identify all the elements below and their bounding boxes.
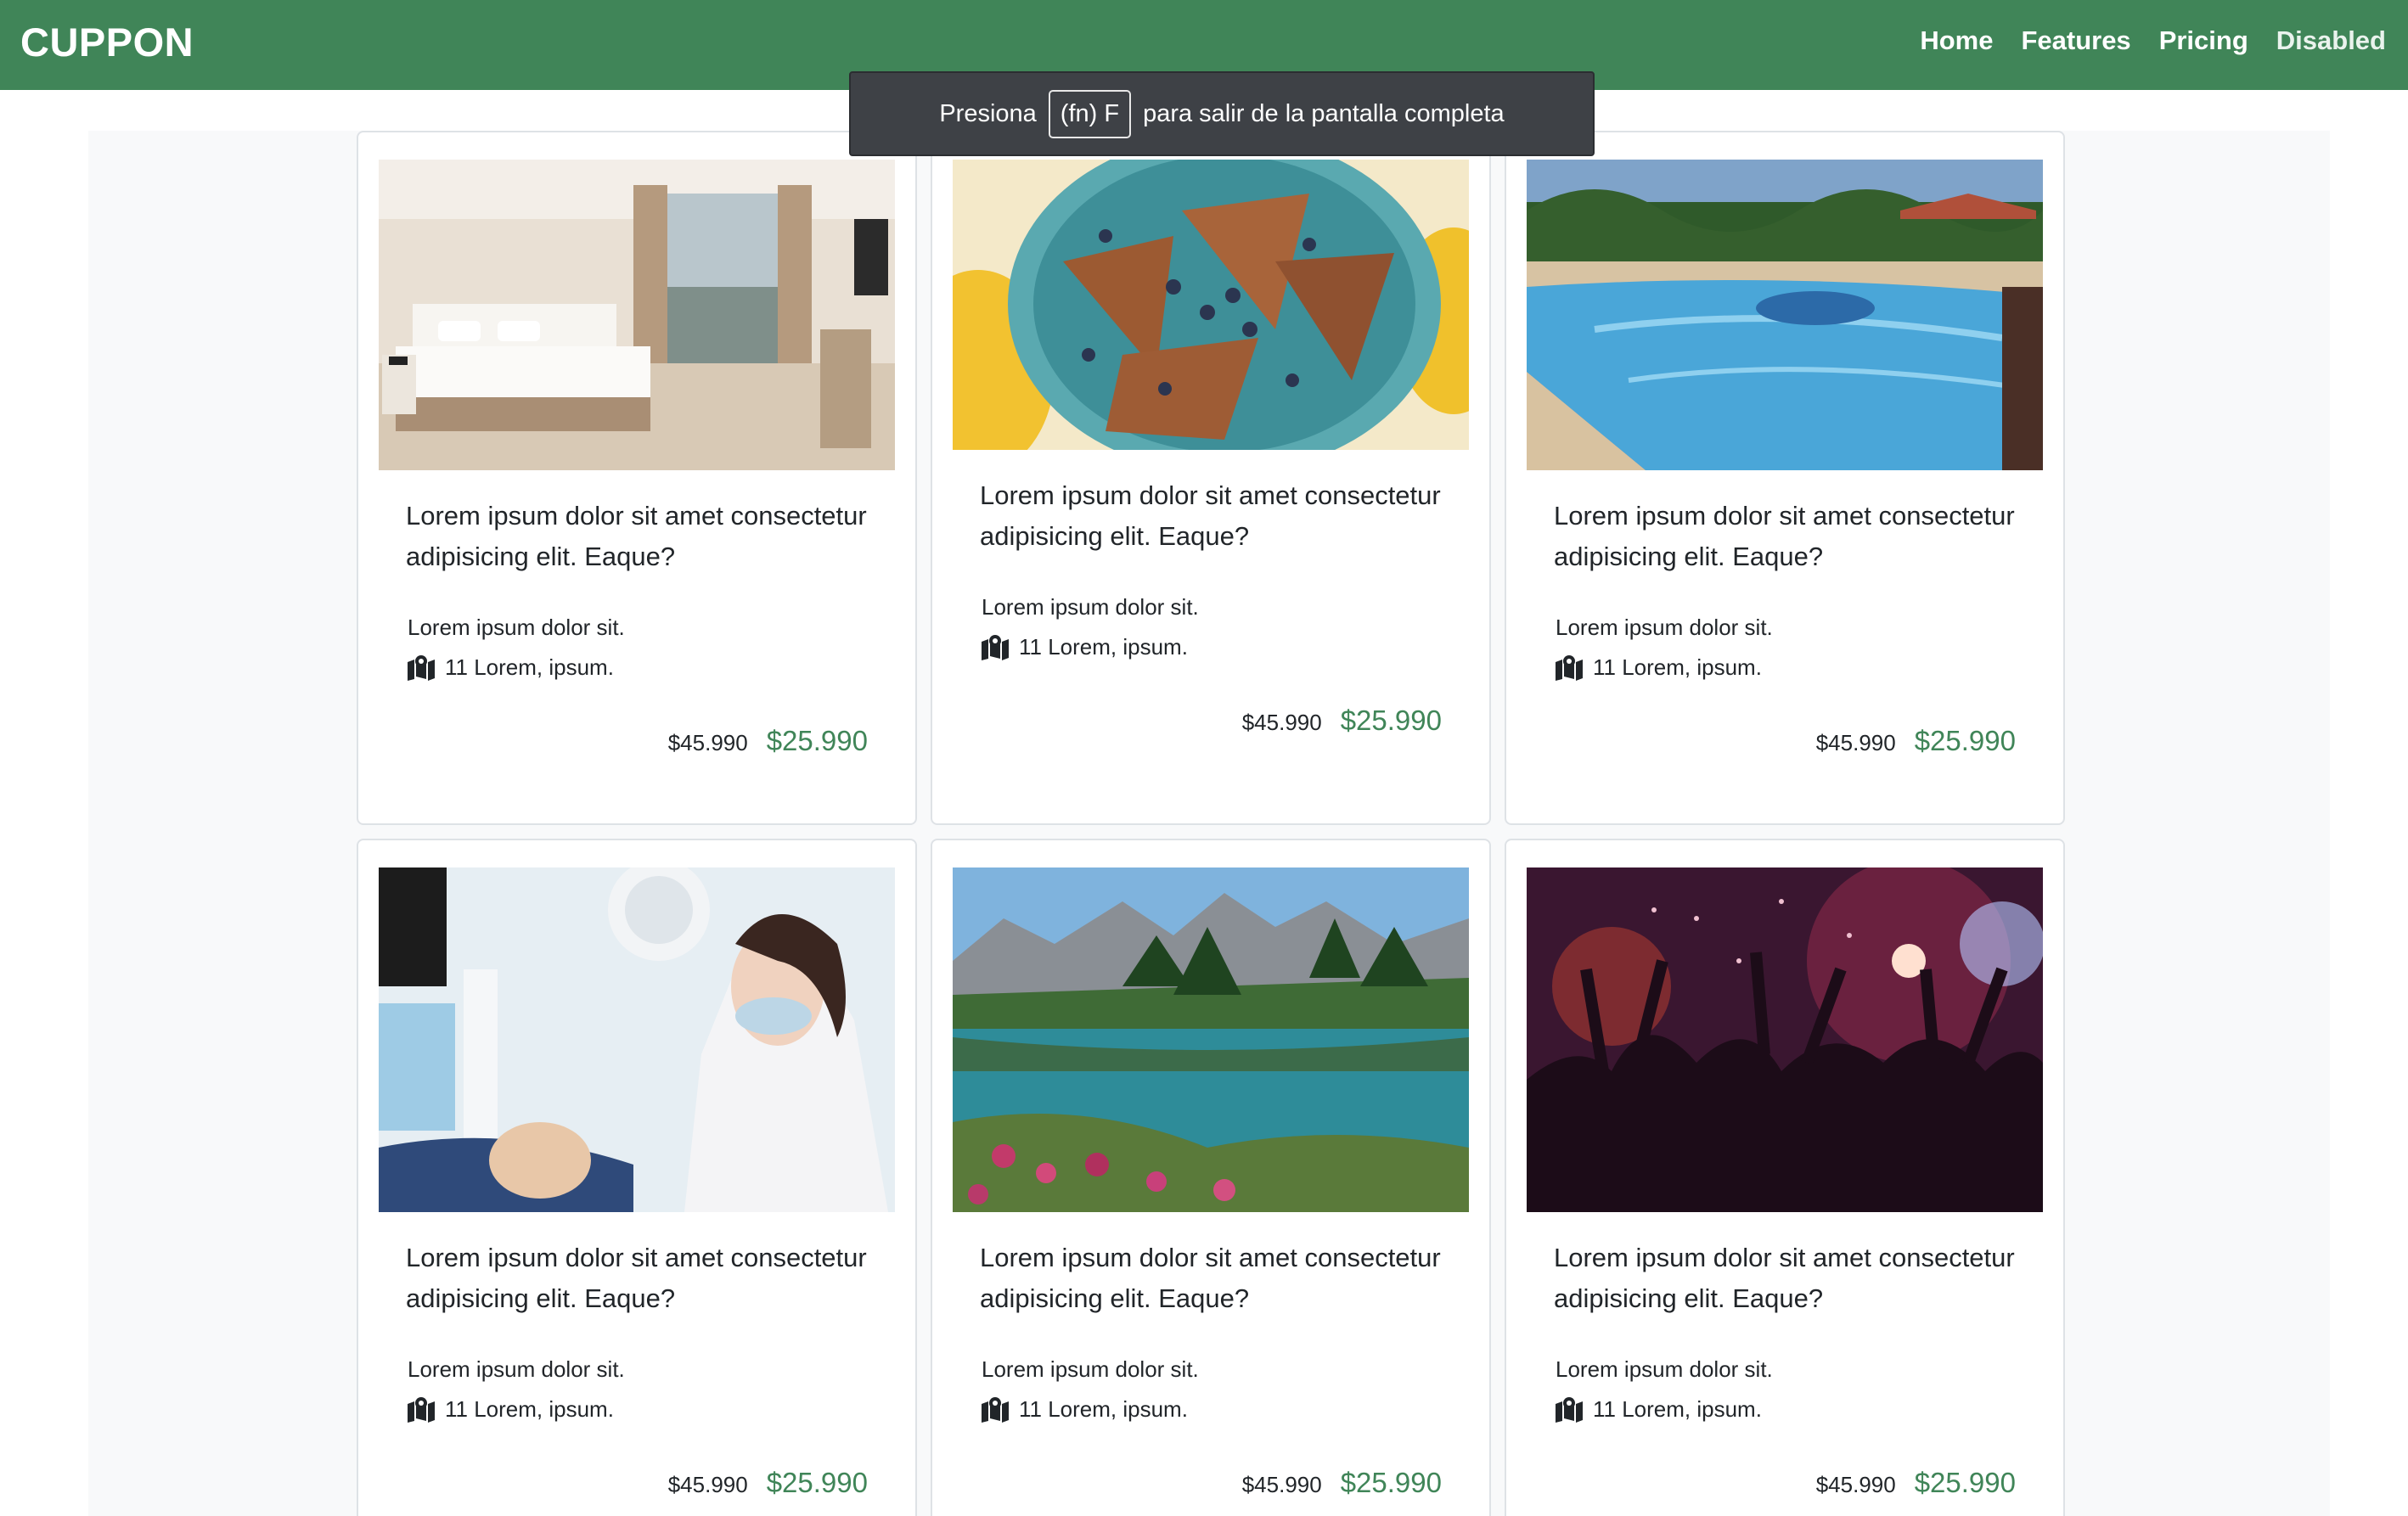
fullscreen-exit-notice: Presiona (fn) F para salir de la pantall… (849, 71, 1595, 156)
card-prices: $45.990 $25.990 (1242, 705, 1442, 737)
old-price: $45.990 (667, 730, 748, 755)
map-marker-icon (1556, 655, 1583, 681)
card-location-text: 11 Lorem, ipsum. (1593, 1395, 1762, 1422)
deal-card[interactable]: Lorem ipsum dolor sit amet consectetur a… (357, 839, 917, 1516)
map-marker-icon (408, 655, 435, 681)
card-prices: $45.990 $25.990 (668, 725, 868, 757)
deal-card[interactable]: Lorem ipsum dolor sit amet consectetur a… (357, 131, 917, 825)
brand-logo[interactable]: CUPPON (20, 19, 194, 65)
card-title: Lorem ipsum dolor sit amet consectetur a… (406, 1243, 867, 1313)
nav-link-pricing[interactable]: Pricing (2159, 25, 2248, 56)
card-title: Lorem ipsum dolor sit amet consectetur a… (406, 501, 867, 571)
card-subtitle: Lorem ipsum dolor sit. (982, 1356, 1199, 1382)
card-location-text: 11 Lorem, ipsum. (445, 1395, 614, 1422)
card-prices: $45.990 $25.990 (1816, 725, 2016, 757)
new-price: $25.990 (1340, 705, 1442, 736)
map-marker-icon (982, 1397, 1009, 1423)
card-image-dentist[interactable] (379, 867, 895, 1212)
old-price: $45.990 (667, 1472, 748, 1497)
old-price: $45.990 (1815, 730, 1896, 755)
fullscreen-notice-prefix: Presiona (939, 99, 1037, 127)
nav-link-features[interactable]: Features (2021, 25, 2130, 56)
card-location: 11 Lorem, ipsum. (406, 1395, 614, 1423)
card-subtitle: Lorem ipsum dolor sit. (982, 594, 1199, 620)
map-marker-icon (1556, 1397, 1583, 1423)
main-container: Lorem ipsum dolor sit amet consectetur a… (88, 131, 2330, 1516)
card-location: 11 Lorem, ipsum. (980, 633, 1188, 660)
card-location-text: 11 Lorem, ipsum. (1019, 633, 1188, 660)
deal-card[interactable]: Lorem ipsum dolor sit amet consectetur a… (931, 131, 1491, 825)
fullscreen-key-hint: (fn) F (1048, 89, 1132, 138)
card-location: 11 Lorem, ipsum. (980, 1395, 1188, 1423)
deal-card[interactable]: Lorem ipsum dolor sit amet consectetur a… (1505, 839, 2065, 1516)
old-price: $45.990 (1241, 710, 1322, 735)
map-marker-icon (982, 635, 1009, 660)
old-price: $45.990 (1241, 1472, 1322, 1497)
nav-link-disabled: Disabled (2276, 25, 2386, 55)
card-title: Lorem ipsum dolor sit amet consectetur a… (1554, 501, 2015, 571)
card-subtitle: Lorem ipsum dolor sit. (408, 615, 625, 640)
card-prices: $45.990 $25.990 (1242, 1467, 1442, 1499)
new-price: $25.990 (766, 725, 868, 756)
map-marker-icon (408, 1397, 435, 1423)
nav-links: Home Features Pricing Disabled (1920, 25, 2386, 56)
card-image-party[interactable] (1527, 867, 2043, 1212)
deal-card[interactable]: Lorem ipsum dolor sit amet consectetur a… (931, 839, 1491, 1516)
card-image-hotel-room[interactable] (379, 160, 895, 470)
card-location-text: 11 Lorem, ipsum. (445, 654, 614, 680)
nav-link-home[interactable]: Home (1920, 25, 1993, 56)
card-title: Lorem ipsum dolor sit amet consectetur a… (980, 1243, 1441, 1313)
card-location: 11 Lorem, ipsum. (406, 654, 614, 681)
new-price: $25.990 (1914, 725, 2016, 756)
card-image-mountain-lake[interactable] (953, 867, 1469, 1212)
card-prices: $45.990 $25.990 (1816, 1467, 2016, 1499)
card-location-text: 11 Lorem, ipsum. (1019, 1395, 1188, 1422)
card-location: 11 Lorem, ipsum. (1554, 1395, 1762, 1423)
card-location-text: 11 Lorem, ipsum. (1593, 654, 1762, 680)
card-subtitle: Lorem ipsum dolor sit. (408, 1356, 625, 1382)
card-title: Lorem ipsum dolor sit amet consectetur a… (980, 480, 1441, 551)
card-prices: $45.990 $25.990 (668, 1467, 868, 1499)
card-subtitle: Lorem ipsum dolor sit. (1556, 615, 1773, 640)
card-subtitle: Lorem ipsum dolor sit. (1556, 1356, 1773, 1382)
new-price: $25.990 (1914, 1467, 2016, 1498)
card-location: 11 Lorem, ipsum. (1554, 654, 1762, 681)
deal-card[interactable]: Lorem ipsum dolor sit amet consectetur a… (1505, 131, 2065, 825)
new-price: $25.990 (1340, 1467, 1442, 1498)
new-price: $25.990 (766, 1467, 868, 1498)
card-title: Lorem ipsum dolor sit amet consectetur a… (1554, 1243, 2015, 1313)
old-price: $45.990 (1815, 1472, 1896, 1497)
fullscreen-notice-suffix: para salir de la pantalla completa (1143, 99, 1505, 127)
card-image-crepes[interactable] (953, 160, 1469, 450)
card-image-pool[interactable] (1527, 160, 2043, 470)
